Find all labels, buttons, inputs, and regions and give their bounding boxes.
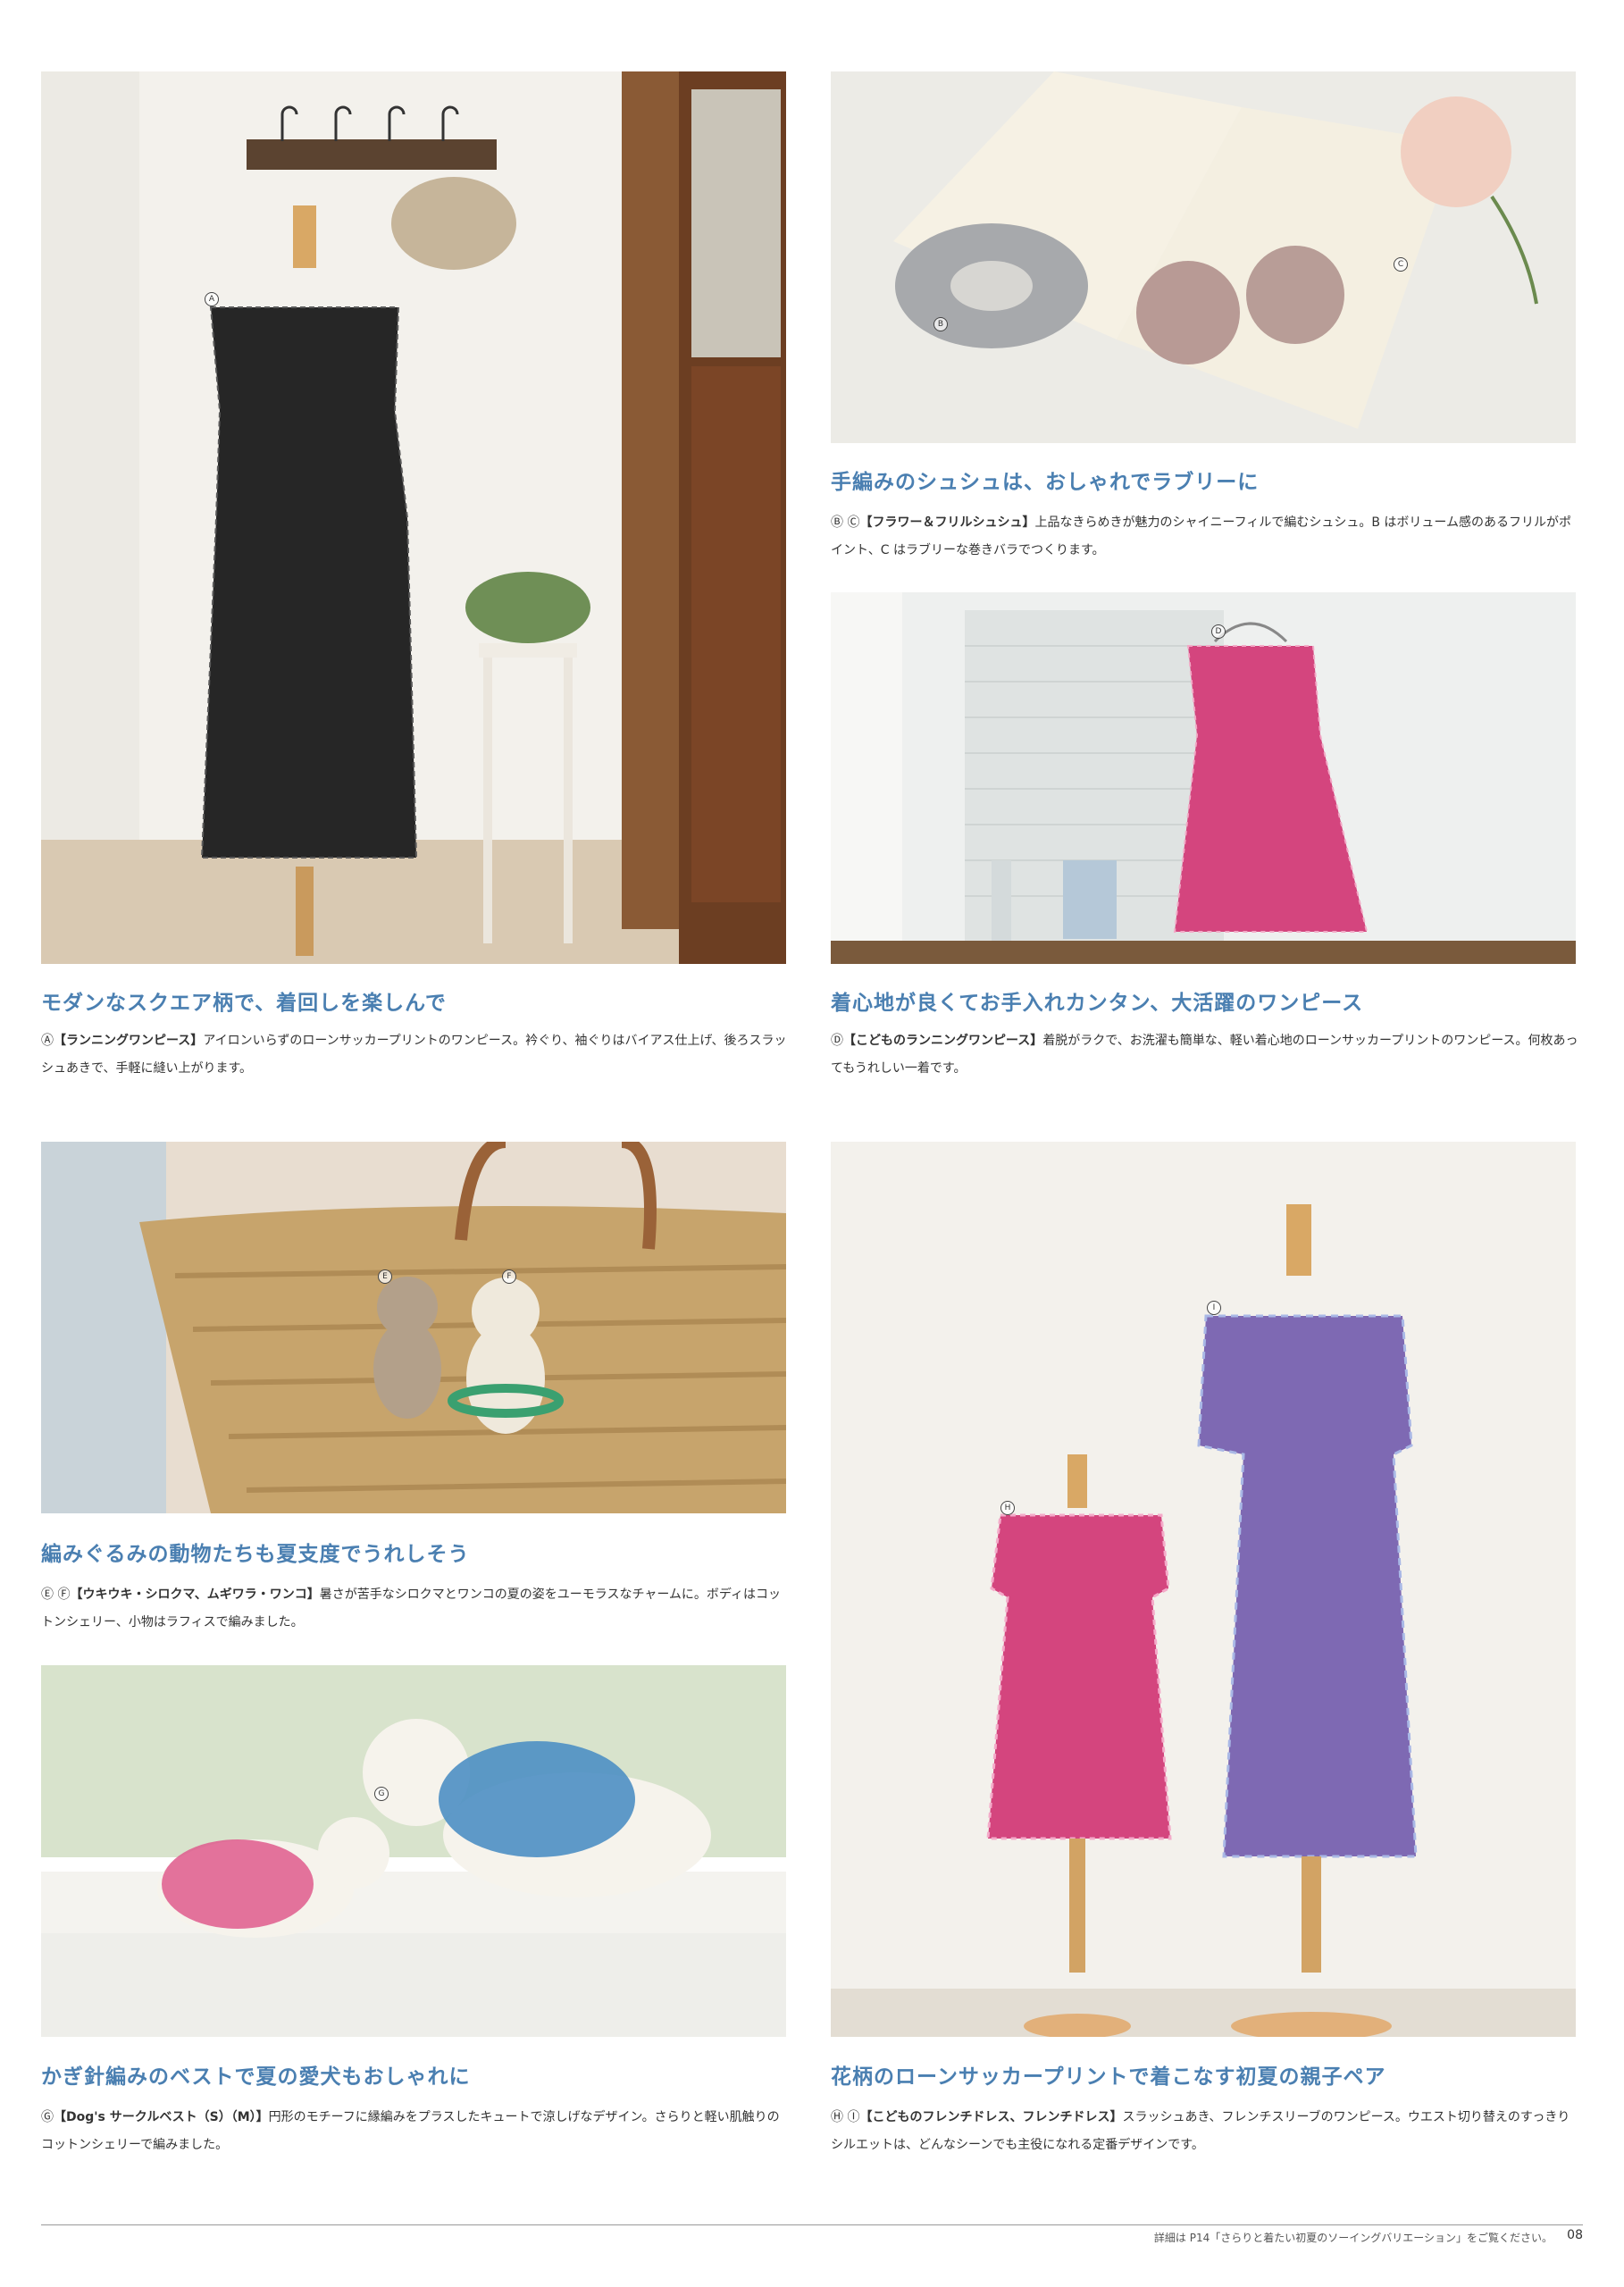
caption-name-dog-vests: 【Dog's サークルベスト（S）（M）】	[54, 2110, 269, 2124]
caption-amigurumi-charms: Ⓔ Ⓕ【ウキウキ・シロクマ、ムギワラ・ワンコ】暑さが苦手なシロクマとワンコの夏の…	[41, 1581, 791, 1637]
caption-code-hi: Ⓗ Ⓘ	[831, 2110, 860, 2124]
heading-amigurumi-charms: 編みぐるみの動物たちも夏支度でうれしそう	[41, 1542, 470, 1566]
item-marker-f: F	[502, 1269, 516, 1284]
item-marker-d: D	[1211, 624, 1226, 639]
item-marker-e: E	[378, 1269, 392, 1284]
caption-code-d: Ⓓ	[831, 1034, 843, 1048]
caption-french-dresses: Ⓗ Ⓘ【こどものフレンチドレス、フレンチドレス】スラッシュあき、フレンチスリーブ…	[831, 2104, 1581, 2159]
photo-amigurumi-charms	[41, 1142, 786, 1513]
footer-reference-note: 詳細は P14「さらりと着たい初夏のソーイングバリエーション」をご覧ください。	[1153, 2232, 1553, 2244]
heading-scrunchies: 手編みのシュシュは、おしゃれでラブリーに	[831, 470, 1260, 494]
heading-french-dresses: 花柄のローンサッカープリントで着こなす初夏の親子ペア	[831, 2065, 1386, 2089]
page-number: 08	[1567, 2228, 1583, 2242]
footer-divider	[41, 2224, 1583, 2225]
caption-name-running-dress: 【ランニングワンピース】	[54, 1034, 204, 1048]
item-marker-b: B	[933, 317, 948, 331]
item-marker-g: G	[374, 1787, 389, 1801]
photo-dog-vests	[41, 1665, 786, 2037]
heading-kids-running-dress: 着心地が良くてお手入れカンタン、大活躍のワンピース	[831, 991, 1364, 1015]
heading-dog-vests: かぎ針編みのベストで夏の愛犬もおしゃれに	[41, 2065, 471, 2089]
photo-running-dress	[41, 71, 786, 964]
caption-name-amigurumi-charms: 【ウキウキ・シロクマ、ムギワラ・ワンコ】	[70, 1587, 320, 1602]
caption-dog-vests: Ⓖ【Dog's サークルベスト（S）（M）】円形のモチーフに縁編みをプラスしたキ…	[41, 2104, 791, 2159]
heading-running-dress: モダンなスクエア柄で、着回しを楽しんで	[41, 991, 447, 1015]
photo-kids-running-dress	[831, 592, 1576, 964]
caption-name-scrunchies: 【フラワー＆フリルシュシュ】	[859, 515, 1035, 530]
caption-scrunchies: Ⓑ Ⓒ【フラワー＆フリルシュシュ】上品なきらめきが魅力のシャイニーフィルで編むシ…	[831, 509, 1581, 565]
item-marker-i: I	[1207, 1301, 1221, 1315]
caption-code-a: Ⓐ	[41, 1034, 54, 1048]
caption-code-bc: Ⓑ Ⓒ	[831, 515, 860, 530]
caption-code-ef: Ⓔ Ⓕ	[41, 1587, 71, 1602]
caption-kids-running-dress: Ⓓ【こどものランニングワンピース】着脱がラクで、お洗濯も簡単な、軽い着心地のロー…	[831, 1027, 1581, 1083]
caption-name-french-dresses: 【こどものフレンチドレス、フレンチドレス】	[859, 2110, 1123, 2124]
caption-code-g: Ⓖ	[41, 2110, 54, 2124]
caption-running-dress: Ⓐ【ランニングワンピース】アイロンいらずのローンサッカープリントのワンピース。衿…	[41, 1027, 791, 1083]
item-marker-c: C	[1394, 257, 1408, 272]
photo-french-dresses	[831, 1142, 1576, 2037]
photo-scrunchies	[831, 71, 1576, 443]
caption-name-kids-running-dress: 【こどものランニングワンピース】	[843, 1034, 1043, 1048]
item-marker-h: H	[1000, 1501, 1015, 1515]
item-marker-a: A	[205, 292, 219, 306]
